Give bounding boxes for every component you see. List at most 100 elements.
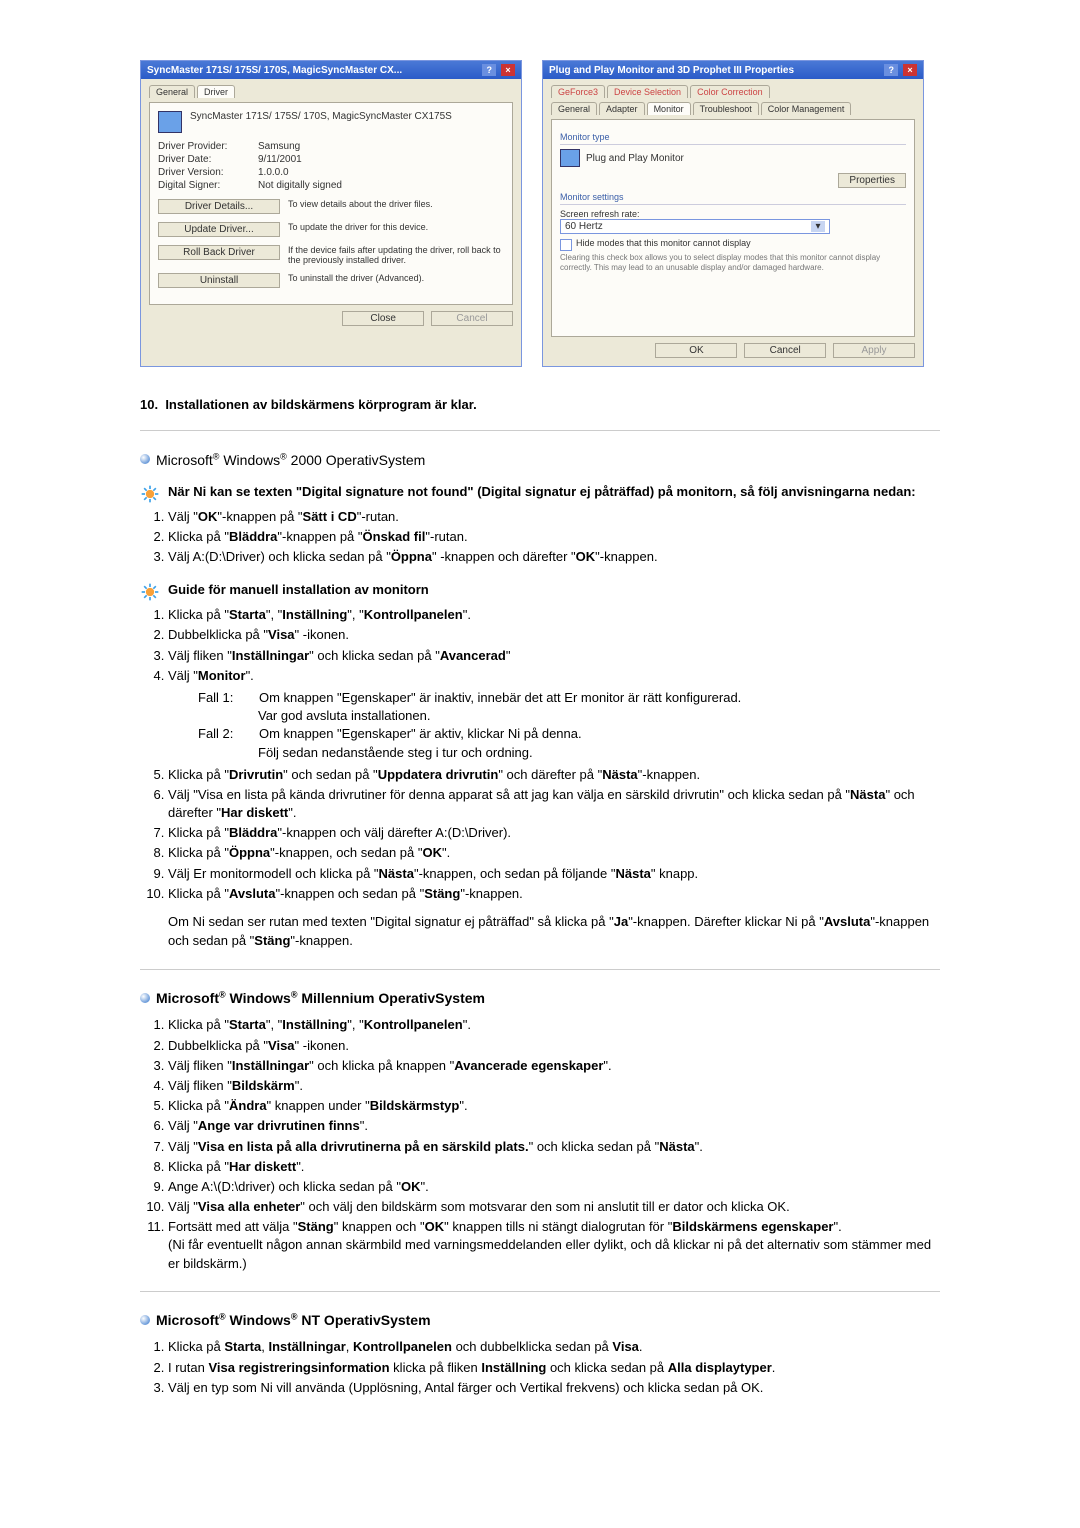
cancel-button: Cancel [431, 311, 513, 326]
list-item: Välj "Monitor".Fall 1:Om knappen "Egensk… [168, 667, 940, 762]
provider-label: Driver Provider: [158, 141, 248, 152]
monitor-properties-dialog: Plug and Play Monitor and 3D Prophet III… [542, 60, 924, 367]
uninstall-desc: To uninstall the driver (Advanced). [288, 273, 504, 283]
list-item: Klicka på "Ändra" knappen under "Bildskä… [168, 1097, 940, 1115]
refresh-rate-select[interactable]: 60 Hertz ▾ [560, 219, 830, 234]
os-2000-text: Microsoft® Windows® 2000 OperativSystem [156, 451, 425, 468]
list-item: Dubbelklicka på "Visa" -ikonen. [168, 626, 940, 644]
dialog-title: SyncMaster 171S/ 175S/ 170S, MagicSyncMa… [147, 65, 402, 76]
tab-color-correction[interactable]: Color Correction [690, 85, 770, 98]
list-item: Fortsätt med att välja "Stäng" knappen o… [168, 1218, 940, 1273]
help-icon[interactable]: ? [482, 64, 496, 76]
signer-value: Not digitally signed [258, 180, 342, 191]
manual-guide-heading: Guide för manuell installation av monito… [140, 582, 940, 602]
close-icon[interactable]: × [501, 64, 515, 76]
driver-details-button[interactable]: Driver Details... [158, 199, 280, 214]
tab-driver[interactable]: Driver [197, 85, 235, 98]
list-item: Klicka på "Avsluta"-knappen och sedan på… [168, 885, 940, 903]
tab-monitor[interactable]: Monitor [647, 102, 691, 115]
tab-device-selection[interactable]: Device Selection [607, 85, 688, 98]
dialog-title: Plug and Play Monitor and 3D Prophet III… [549, 65, 794, 76]
manual-guide-steps: Klicka på "Starta", "Inställning", "Kont… [140, 606, 940, 903]
tab-color-management[interactable]: Color Management [761, 102, 852, 115]
fall1-text: Om knappen "Egenskaper" är inaktiv, inne… [259, 689, 741, 707]
gear-icon [140, 582, 160, 602]
hide-modes-note: Clearing this check box allows you to se… [560, 253, 906, 272]
version-value: 1.0.0.0 [258, 167, 289, 178]
list-item: Välj "Visa en lista på kända drivrutiner… [168, 786, 940, 822]
step-10: 10. Installationen av bildskärmens körpr… [140, 397, 940, 412]
list-item: Välj en typ som Ni vill använda (Upplösn… [168, 1379, 940, 1397]
fall2-label: Fall 2: [198, 725, 253, 743]
ok-button[interactable]: OK [655, 343, 737, 358]
cancel-button[interactable]: Cancel [744, 343, 826, 358]
monitor-name: Plug and Play Monitor [586, 153, 684, 164]
os-me-text: Microsoft® Windows® Millennium OperativS… [156, 990, 485, 1006]
os-2000-heading: Microsoft® Windows® 2000 OperativSystem [140, 451, 940, 468]
refresh-rate-value: 60 Hertz [565, 221, 603, 232]
driver-details-desc: To view details about the driver files. [288, 199, 504, 209]
monitor-icon [158, 111, 182, 133]
fall2-sub: Följ sedan nedanstående steg i tur och o… [258, 744, 940, 762]
close-button[interactable]: Close [342, 311, 424, 326]
monitor-icon [560, 149, 580, 167]
digital-signature-steps: Välj "OK"-knappen på "Sätt i CD"-rutan.K… [140, 508, 940, 567]
date-label: Driver Date: [158, 154, 248, 165]
monitor-settings-label: Monitor settings [560, 192, 906, 202]
list-item: Klicka på "Starta", "Inställning", "Kont… [168, 1016, 940, 1034]
titlebar-icons: ? × [480, 64, 515, 76]
device-name: SyncMaster 171S/ 175S/ 170S, MagicSyncMa… [190, 111, 504, 122]
uninstall-button[interactable]: Uninstall [158, 273, 280, 288]
fall1-sub: Var god avsluta installationen. [258, 707, 940, 725]
apply-button: Apply [833, 343, 915, 358]
os-nt-text: Microsoft® Windows® NT OperativSystem [156, 1312, 431, 1328]
bullet-icon [140, 454, 150, 464]
list-item: Klicka på "Starta", "Inställning", "Kont… [168, 606, 940, 624]
list-item: Klicka på Starta, Inställningar, Kontrol… [168, 1338, 940, 1356]
hide-modes-label: Hide modes that this monitor cannot disp… [576, 238, 751, 248]
rollback-driver-button[interactable]: Roll Back Driver [158, 245, 280, 260]
titlebar-icons: ? × [882, 64, 917, 76]
monitor-type-label: Monitor type [560, 132, 906, 142]
refresh-rate-label: Screen refresh rate: [560, 209, 906, 219]
divider [140, 969, 940, 970]
os-me-heading: Microsoft® Windows® Millennium OperativS… [140, 990, 940, 1007]
list-item: Välj "Ange var drivrutinen finns". [168, 1117, 940, 1135]
close-icon[interactable]: × [903, 64, 917, 76]
divider [140, 430, 940, 431]
list-item: Välj fliken "Bildskärm". [168, 1077, 940, 1095]
gear-icon [140, 484, 160, 504]
update-driver-button[interactable]: Update Driver... [158, 222, 280, 237]
divider [140, 1291, 940, 1292]
list-item: Välj "Visa en lista på alla drivrutinern… [168, 1138, 940, 1156]
tab-general[interactable]: General [551, 102, 597, 115]
hide-modes-checkbox[interactable] [560, 239, 572, 251]
properties-button[interactable]: Properties [838, 173, 906, 188]
chevron-down-icon: ▾ [811, 221, 825, 232]
tab-troubleshoot[interactable]: Troubleshoot [693, 102, 759, 115]
list-item: Välj A:(D:\Driver) och klicka sedan på "… [168, 548, 940, 566]
list-item: Välj Er monitormodell och klicka på "Näs… [168, 865, 940, 883]
bullet-icon [140, 993, 150, 1003]
manual-guide-text: Guide för manuell installation av monito… [168, 582, 429, 597]
help-icon[interactable]: ? [884, 64, 898, 76]
list-item: Ange A:\(D:\driver) och klicka sedan på … [168, 1178, 940, 1196]
tab-adapter[interactable]: Adapter [599, 102, 645, 115]
fall1-label: Fall 1: [198, 689, 253, 707]
tab-general[interactable]: General [149, 85, 195, 98]
rollback-driver-desc: If the device fails after updating the d… [288, 245, 504, 265]
list-item: Dubbelklicka på "Visa" -ikonen. [168, 1037, 940, 1055]
list-item: Klicka på "Bläddra"-knappen och välj där… [168, 824, 940, 842]
tab-geforce3[interactable]: GeForce3 [551, 85, 605, 98]
step-10-text: Installationen av bildskärmens körprogra… [165, 397, 476, 412]
step-10-number: 10. [140, 397, 158, 412]
nt-steps: Klicka på Starta, Inställningar, Kontrol… [140, 1338, 940, 1397]
date-value: 9/11/2001 [258, 154, 302, 165]
list-item: Klicka på "Drivrutin" och sedan på "Uppd… [168, 766, 940, 784]
list-item: Klicka på "Bläddra"-knappen på "Önskad f… [168, 528, 940, 546]
dialog-titlebar: Plug and Play Monitor and 3D Prophet III… [543, 61, 923, 79]
dialog-titlebar: SyncMaster 171S/ 175S/ 170S, MagicSyncMa… [141, 61, 521, 79]
update-driver-desc: To update the driver for this device. [288, 222, 504, 232]
version-label: Driver Version: [158, 167, 248, 178]
list-item: Välj "Visa alla enheter" och välj den bi… [168, 1198, 940, 1216]
